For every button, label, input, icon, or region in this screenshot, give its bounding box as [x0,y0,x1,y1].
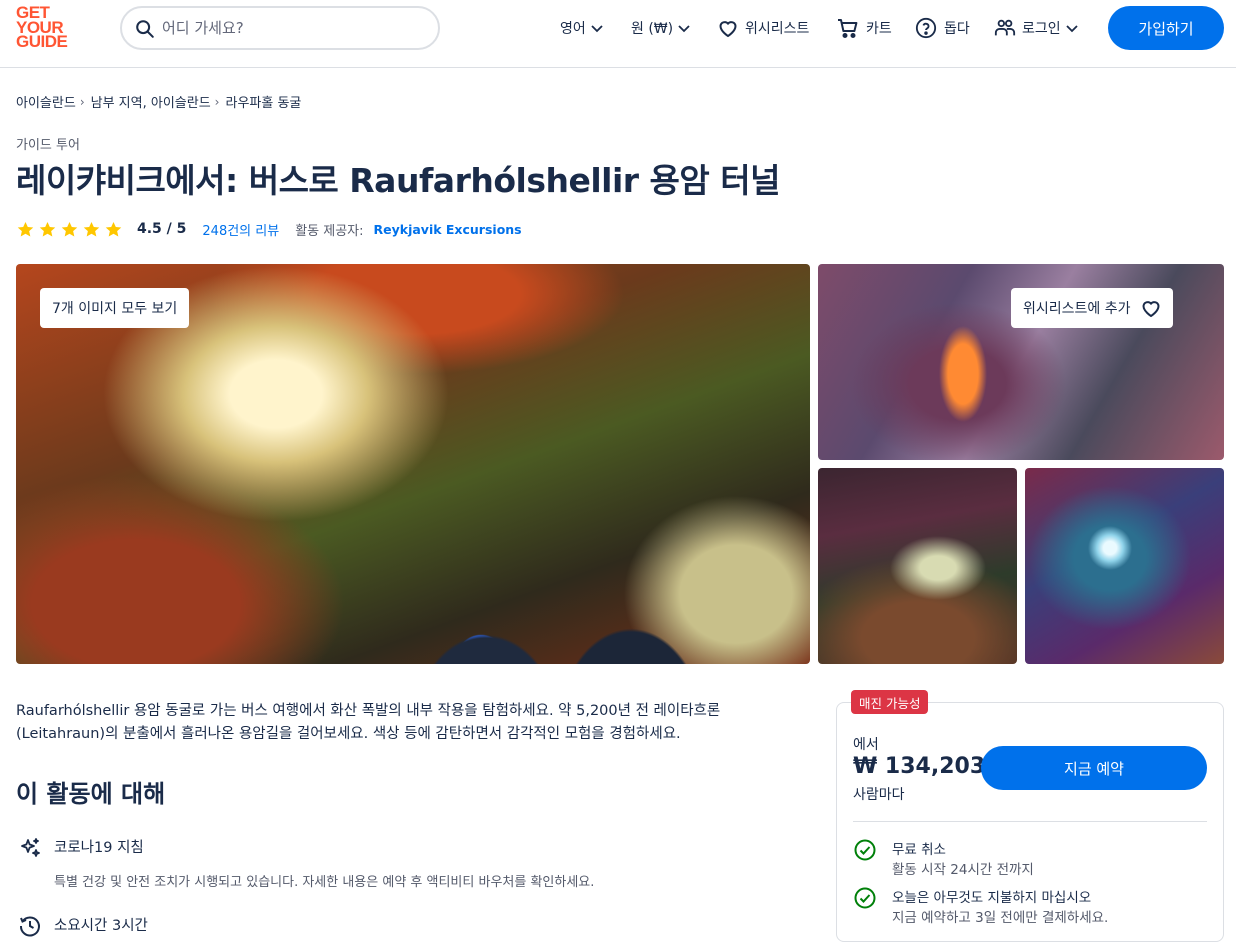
top-header: GET YOUR GUIDE 영어 원 (₩) 위시리스트 카트 돕다 로그인 … [0,0,1236,68]
sparkle-icon [21,838,40,857]
activity-description: Raufarhólshellir 용암 동굴로 가는 버스 여행에서 화산 폭발… [16,703,721,742]
rating-row: 4.5 / 5 248건의 리뷰 활동 제공자: Reykjavik Excur… [16,218,522,240]
star-icon [61,221,78,237]
pay-later-text: 지금 예약하고 3일 전에만 결제하세요. [892,910,1109,926]
login-label: 로그인 [1022,21,1061,37]
photo-cave-walkway[interactable] [1025,468,1224,664]
pay-later-title: 오늘은 아무것도 지불하지 마십시오 [892,890,1092,906]
reviews-link[interactable]: 248건의 리뷰 [202,220,279,239]
free-cancellation-text: 활동 시작 24시간 전까지 [892,862,1034,878]
chevron-down-icon [1066,25,1078,33]
photo-cave-tunnel[interactable] [818,468,1017,664]
getyourguide-logo[interactable]: GET YOUR GUIDE [16,4,74,52]
search-bar[interactable] [120,6,440,50]
wishlist-label: 위시리스트 [745,21,810,37]
provider-label: 활동 제공자: [295,223,364,239]
help-label: 돕다 [944,21,970,37]
likely-to-sell-out-badge: 매진 가능성 [851,690,929,714]
heart-icon [719,21,737,38]
duration-title: 소요시간 3시간 [54,918,148,934]
price-value: ₩ 134,203 [853,754,986,779]
chevron-down-icon [678,25,690,33]
covid-guidelines-text: 특별 건강 및 안전 조치가 시행되고 있습니다. 자세한 내용은 예약 후 액… [54,875,595,890]
rating-value: 4.5 / 5 [137,221,187,237]
star-icon [83,221,100,237]
breadcrumb-item-south-region[interactable]: 남부 지역, 아이슬란드 [91,92,211,111]
language-selector[interactable]: 영어 [560,16,605,40]
search-icon [136,20,154,38]
activity-category: 가이드 투어 [16,138,80,153]
logo-line-3: GUIDE [16,32,68,51]
about-section-title: 이 활동에 대해 [16,780,166,808]
star-icon [105,221,122,237]
help-link[interactable]: 돕다 [915,16,970,40]
currency-label: 원 (₩) [631,21,674,37]
add-to-wishlist-label: 위시리스트에 추가 [1023,301,1131,317]
provider-link[interactable]: Reykjavik Excursions [374,222,522,237]
clock-icon [19,916,40,937]
login-menu[interactable]: 로그인 [994,16,1080,40]
language-label: 영어 [560,21,586,37]
view-all-images-button[interactable]: 7개 이미지 모두 보기 [40,288,190,328]
breadcrumb-item-cave[interactable]: 라우파홀 동굴 [225,92,301,111]
page-title: 레이캬비크에서: 버스로 Raufarhólshellir 용암 터널 [16,161,780,200]
search-input[interactable] [162,16,432,40]
cart-label: 카트 [866,21,892,37]
signup-button[interactable]: 가입하기 [1108,6,1224,50]
breadcrumb-separator: › [214,94,220,109]
free-cancellation-title: 무료 취소 [892,842,946,858]
heart-icon [1141,301,1160,318]
check-circle-icon [854,839,876,861]
cart-link[interactable]: 카트 [836,16,892,40]
breadcrumb: 아이슬란드 › 남부 지역, 아이슬란드 › 라우파홀 동굴 [16,92,301,112]
card-divider [853,821,1207,822]
add-to-wishlist-button[interactable]: 위시리스트에 추가 [1011,288,1173,328]
star-rating [16,220,123,239]
breadcrumb-separator: › [79,94,85,109]
covid-guidelines-title: 코로나19 지침 [54,840,144,856]
book-now-button[interactable]: 지금 예약 [981,746,1207,790]
wishlist-link[interactable]: 위시리스트 [716,16,809,40]
breadcrumb-item-iceland[interactable]: 아이슬란드 [16,92,76,111]
per-person-label: 사람마다 [853,787,905,803]
cart-icon [838,19,858,38]
help-icon [915,17,937,39]
currency-selector[interactable]: 원 (₩) [631,16,692,40]
check-circle-icon [854,887,876,909]
price-from-label: 에서 [853,737,879,753]
star-icon [17,221,34,237]
chevron-down-icon [591,25,603,33]
star-icon [39,221,56,237]
user-group-icon [994,19,1016,36]
